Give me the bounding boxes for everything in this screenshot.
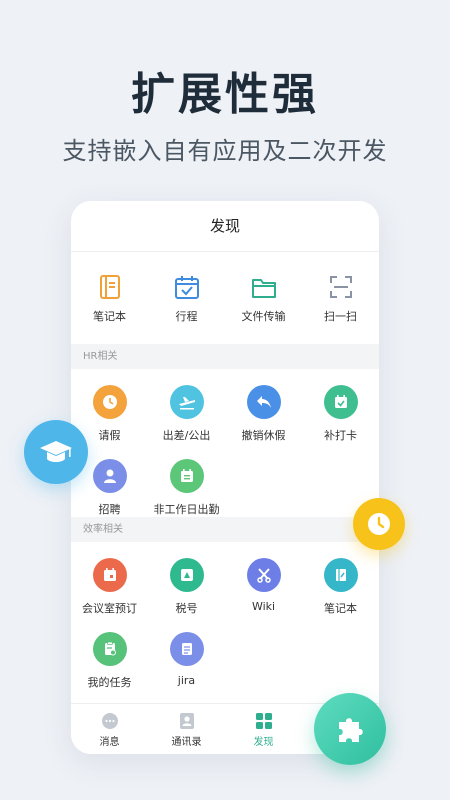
calendar-shift-icon: [169, 459, 204, 493]
undo-arrow-icon: [246, 385, 281, 419]
app-tax-id[interactable]: 税号: [148, 542, 225, 616]
quick-action-label: 文件传输: [241, 310, 286, 323]
section-header-hr: HR相关: [71, 344, 379, 369]
scan-icon: [329, 276, 352, 298]
app-label: jira: [177, 674, 196, 687]
app-label: 请假: [98, 429, 121, 442]
app-notebook[interactable]: 笔记本: [302, 542, 379, 616]
quick-action-file-transfer[interactable]: 文件传输: [225, 252, 302, 344]
app-label: 非工作日出勤: [153, 503, 220, 516]
quick-action-label: 笔记本: [93, 310, 126, 323]
person-icon: [92, 459, 127, 493]
tab-label: 消息: [99, 737, 120, 748]
scissors-icon: [246, 558, 281, 592]
app-business-trip[interactable]: 出差/公出: [148, 369, 225, 443]
app-label: 会议室预订: [82, 602, 137, 615]
graduation-cap-icon: [24, 420, 88, 484]
section-hr-apps: 请假 出差/公出 撤销休假 补打卡 招聘 非工作日出勤: [71, 369, 379, 517]
grid-apps-icon: [255, 713, 272, 729]
id-card-icon: [169, 558, 204, 592]
notebook-icon: [99, 275, 120, 299]
airplane-icon: [169, 385, 204, 419]
app-label: Wiki: [251, 600, 276, 613]
app-label: 我的任务: [87, 676, 132, 689]
app-meeting-room[interactable]: 会议室预订: [71, 542, 148, 616]
app-label: 税号: [175, 602, 198, 615]
phone-mockup: 发现 笔记本 行程 文件传输 扫一扫 HR相关 请假 出差/公出 撤销休假 补打…: [71, 201, 379, 754]
quick-action-notebook[interactable]: 笔记本: [71, 252, 148, 344]
calendar-check-icon: [323, 385, 358, 419]
quick-action-label: 行程: [175, 310, 198, 323]
folder-icon: [251, 279, 276, 298]
app-label: 笔记本: [324, 602, 357, 615]
app-cancel-leave[interactable]: 撤销休假: [225, 369, 302, 443]
app-wiki[interactable]: Wiki: [225, 542, 302, 616]
notebook-edit-icon: [323, 558, 358, 592]
app-leave[interactable]: 请假: [71, 369, 148, 443]
app-clock-in-fix[interactable]: 补打卡: [302, 369, 379, 443]
app-my-tasks[interactable]: 我的任务: [71, 616, 148, 690]
app-label: 补打卡: [324, 429, 357, 442]
clock-icon: [92, 385, 127, 419]
hero-subtitle: 支持嵌入自有应用及二次开发: [62, 137, 388, 165]
app-jira[interactable]: jira: [148, 616, 225, 690]
app-label: 招聘: [98, 503, 121, 516]
calendar-check-icon: [174, 276, 199, 299]
chat-bubble-icon: [101, 713, 118, 729]
document-icon: [169, 632, 204, 666]
tab-label: 通讯录: [171, 737, 202, 748]
hero-title: 扩展性强: [131, 69, 319, 120]
tab-discover[interactable]: 发现: [225, 704, 302, 754]
tab-contacts[interactable]: 通讯录: [148, 704, 225, 754]
section-efficiency-apps: 会议室预订 税号 Wiki 笔记本 我的任务 jira: [71, 542, 379, 690]
puzzle-icon: [314, 693, 386, 765]
task-clipboard-icon: [92, 632, 127, 666]
app-label: 撤销休假: [241, 429, 286, 442]
section-header-efficiency: 效率相关: [71, 517, 379, 542]
quick-action-scan[interactable]: 扫一扫: [302, 252, 379, 344]
contacts-icon: [179, 713, 194, 729]
quick-actions: 笔记本 行程 文件传输 扫一扫: [71, 252, 379, 344]
tab-messages[interactable]: 消息: [71, 704, 148, 754]
app-non-workday-attendance[interactable]: 非工作日出勤: [148, 443, 225, 517]
clock-icon: [353, 498, 405, 550]
tab-label: 发现: [253, 737, 274, 748]
calendar-icon: [92, 558, 127, 592]
quick-action-label: 扫一扫: [324, 310, 357, 323]
app-label: 出差/公出: [162, 429, 211, 442]
quick-action-schedule[interactable]: 行程: [148, 252, 225, 344]
page-title: 发现: [71, 201, 379, 252]
